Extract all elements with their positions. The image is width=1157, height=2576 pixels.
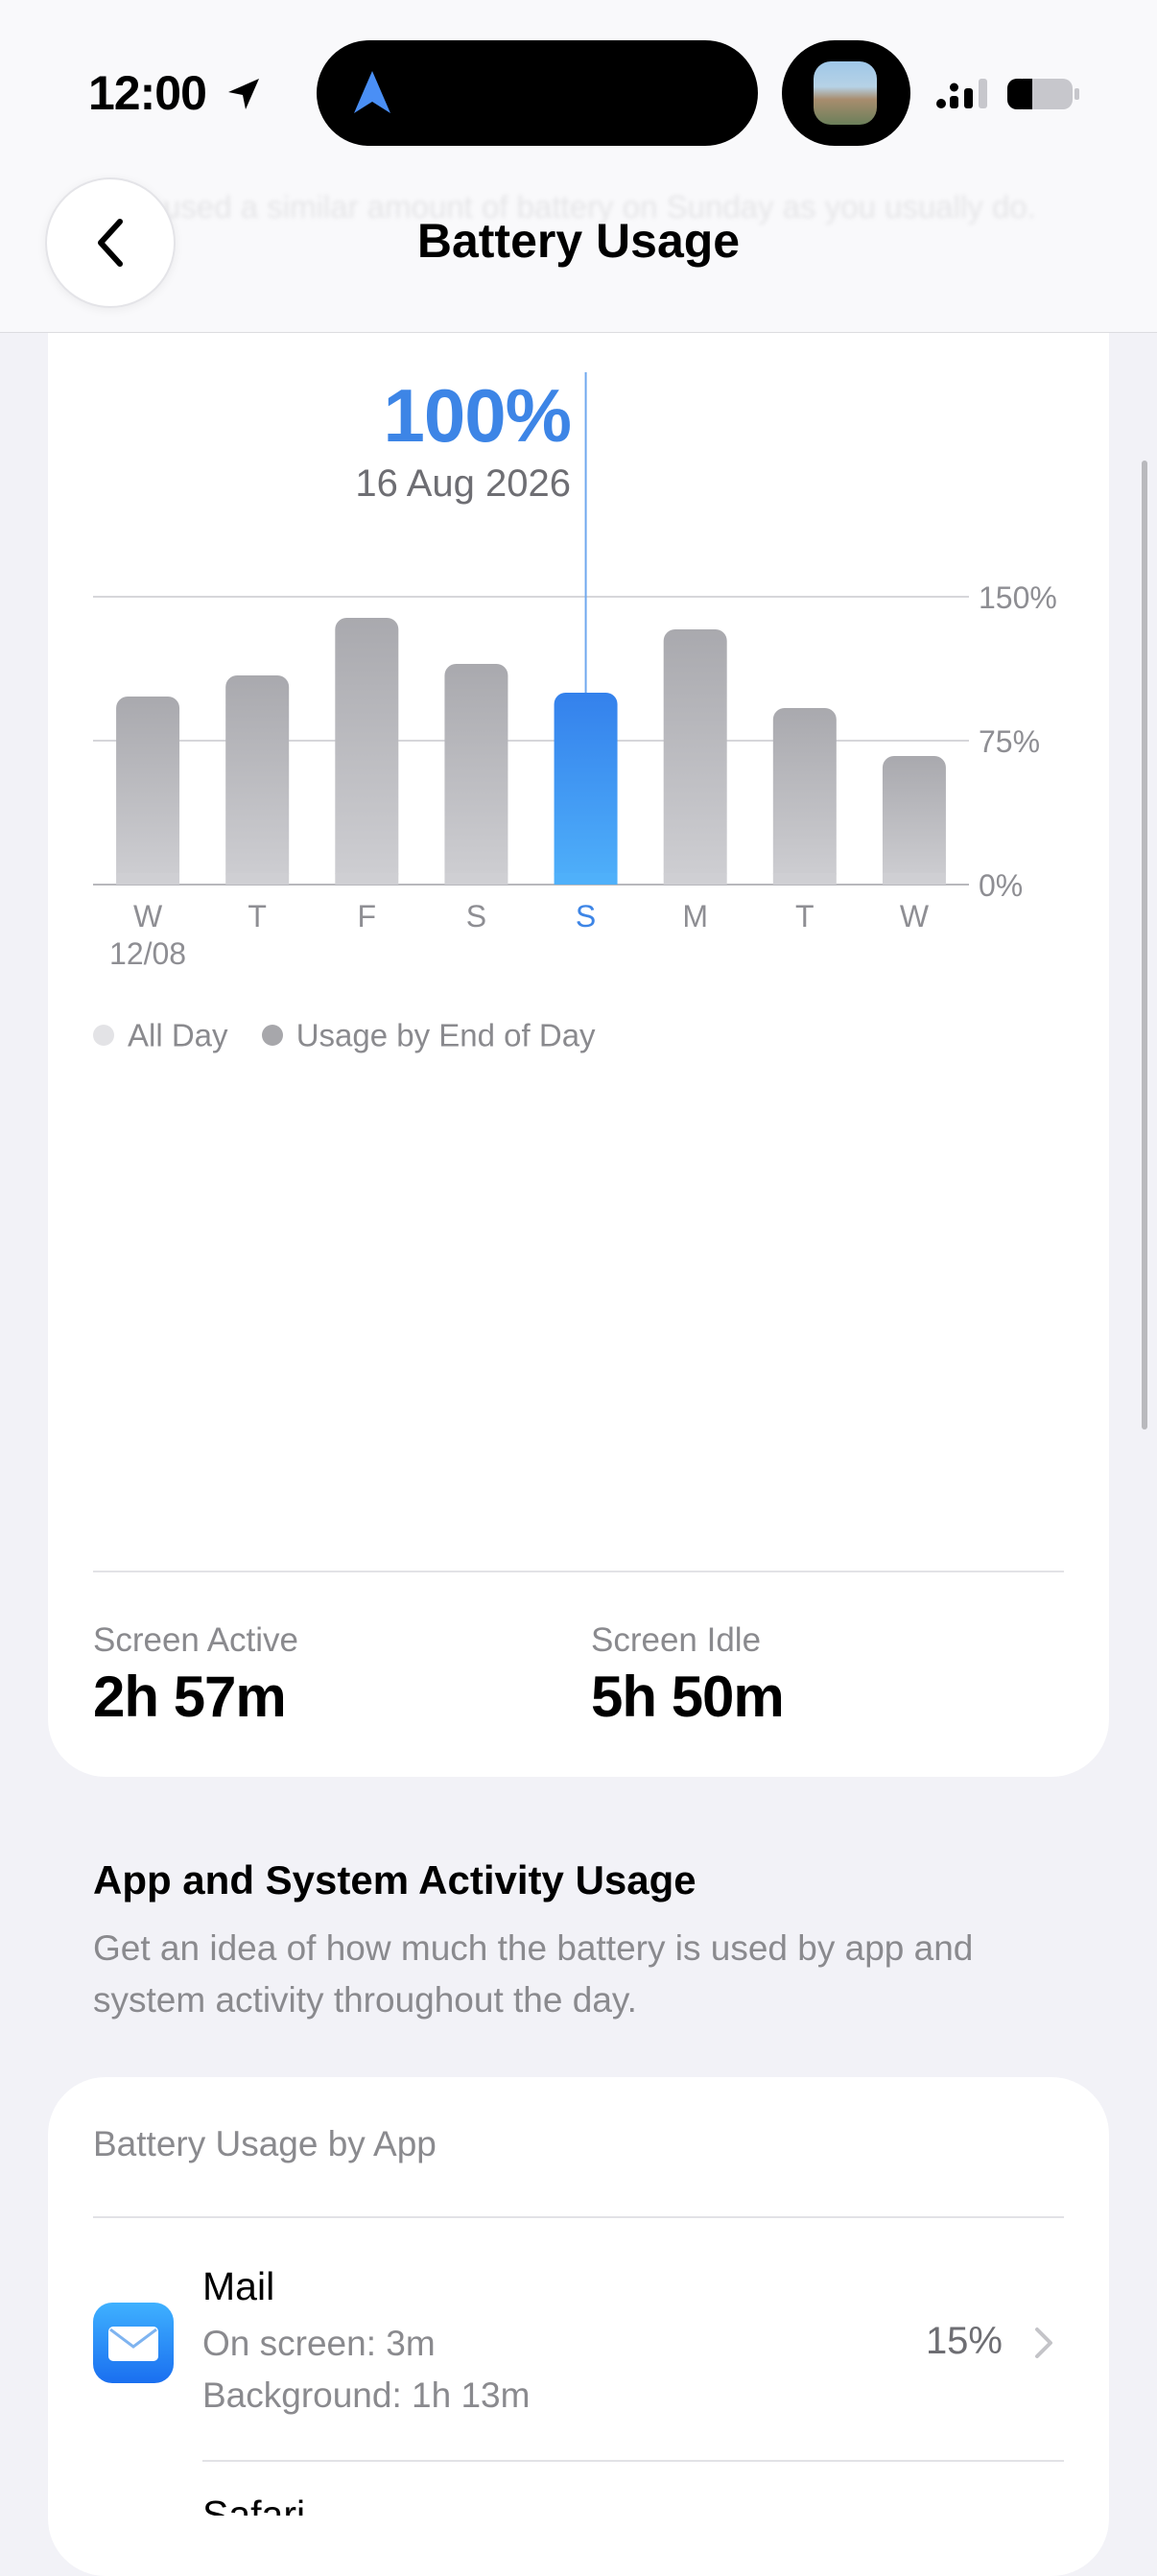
divider xyxy=(93,2216,1064,2218)
screen-idle-value: 5h 50m xyxy=(591,1665,785,1729)
app-row-safari[interactable]: Safari xyxy=(202,2493,305,2516)
navigation-arrow-icon xyxy=(354,71,390,113)
page-title: Battery Usage xyxy=(416,214,741,268)
legend-swatch-end-of-day xyxy=(261,1025,283,1047)
app-name: Mail xyxy=(202,2264,275,2308)
status-time: 12:00 xyxy=(88,66,207,120)
dynamic-island[interactable] xyxy=(317,40,758,146)
app-background: Background: 1h 13m xyxy=(202,2375,531,2415)
navigation-bar: used a similar amount of battery on Sund… xyxy=(0,0,1157,333)
selected-bar-date: 16 Aug 2026 xyxy=(355,462,571,505)
chevron-right-icon xyxy=(1035,2328,1052,2358)
mail-icon xyxy=(93,2303,174,2383)
app-usage-header: Battery Usage by App xyxy=(93,2124,437,2163)
screen-idle-label: Screen Idle xyxy=(591,1621,762,1659)
battery-chart-card xyxy=(48,249,1109,1777)
legend-all-day: All Day xyxy=(128,1017,228,1053)
cellular-signal-icon xyxy=(936,79,987,108)
app-name: Safari xyxy=(202,2493,306,2516)
battery-icon xyxy=(1007,79,1079,109)
activity-section-description: Get an idea of how much the battery is u… xyxy=(93,1928,974,2020)
photo-thumbnail xyxy=(814,61,877,125)
app-percent: 15% xyxy=(925,2320,1003,2362)
location-arrow-icon xyxy=(228,79,259,109)
selected-bar-value: 100% xyxy=(383,373,573,458)
activity-section-title: App and System Activity Usage xyxy=(93,1857,697,1902)
divider xyxy=(202,2460,1064,2462)
app-on-screen: On screen: 3m xyxy=(202,2324,436,2363)
legend-end-of-day: Usage by End of Day xyxy=(295,1017,596,1053)
live-activity-island[interactable] xyxy=(782,40,910,146)
scrollbar[interactable] xyxy=(1142,461,1147,1430)
divider xyxy=(93,1571,1064,1572)
screen-active-label: Screen Active xyxy=(93,1621,298,1659)
chart-legend: All Day Usage by End of Day xyxy=(93,1015,596,1053)
legend-swatch-all-day xyxy=(93,1025,114,1047)
screen-active-value: 2h 57m xyxy=(93,1665,287,1729)
